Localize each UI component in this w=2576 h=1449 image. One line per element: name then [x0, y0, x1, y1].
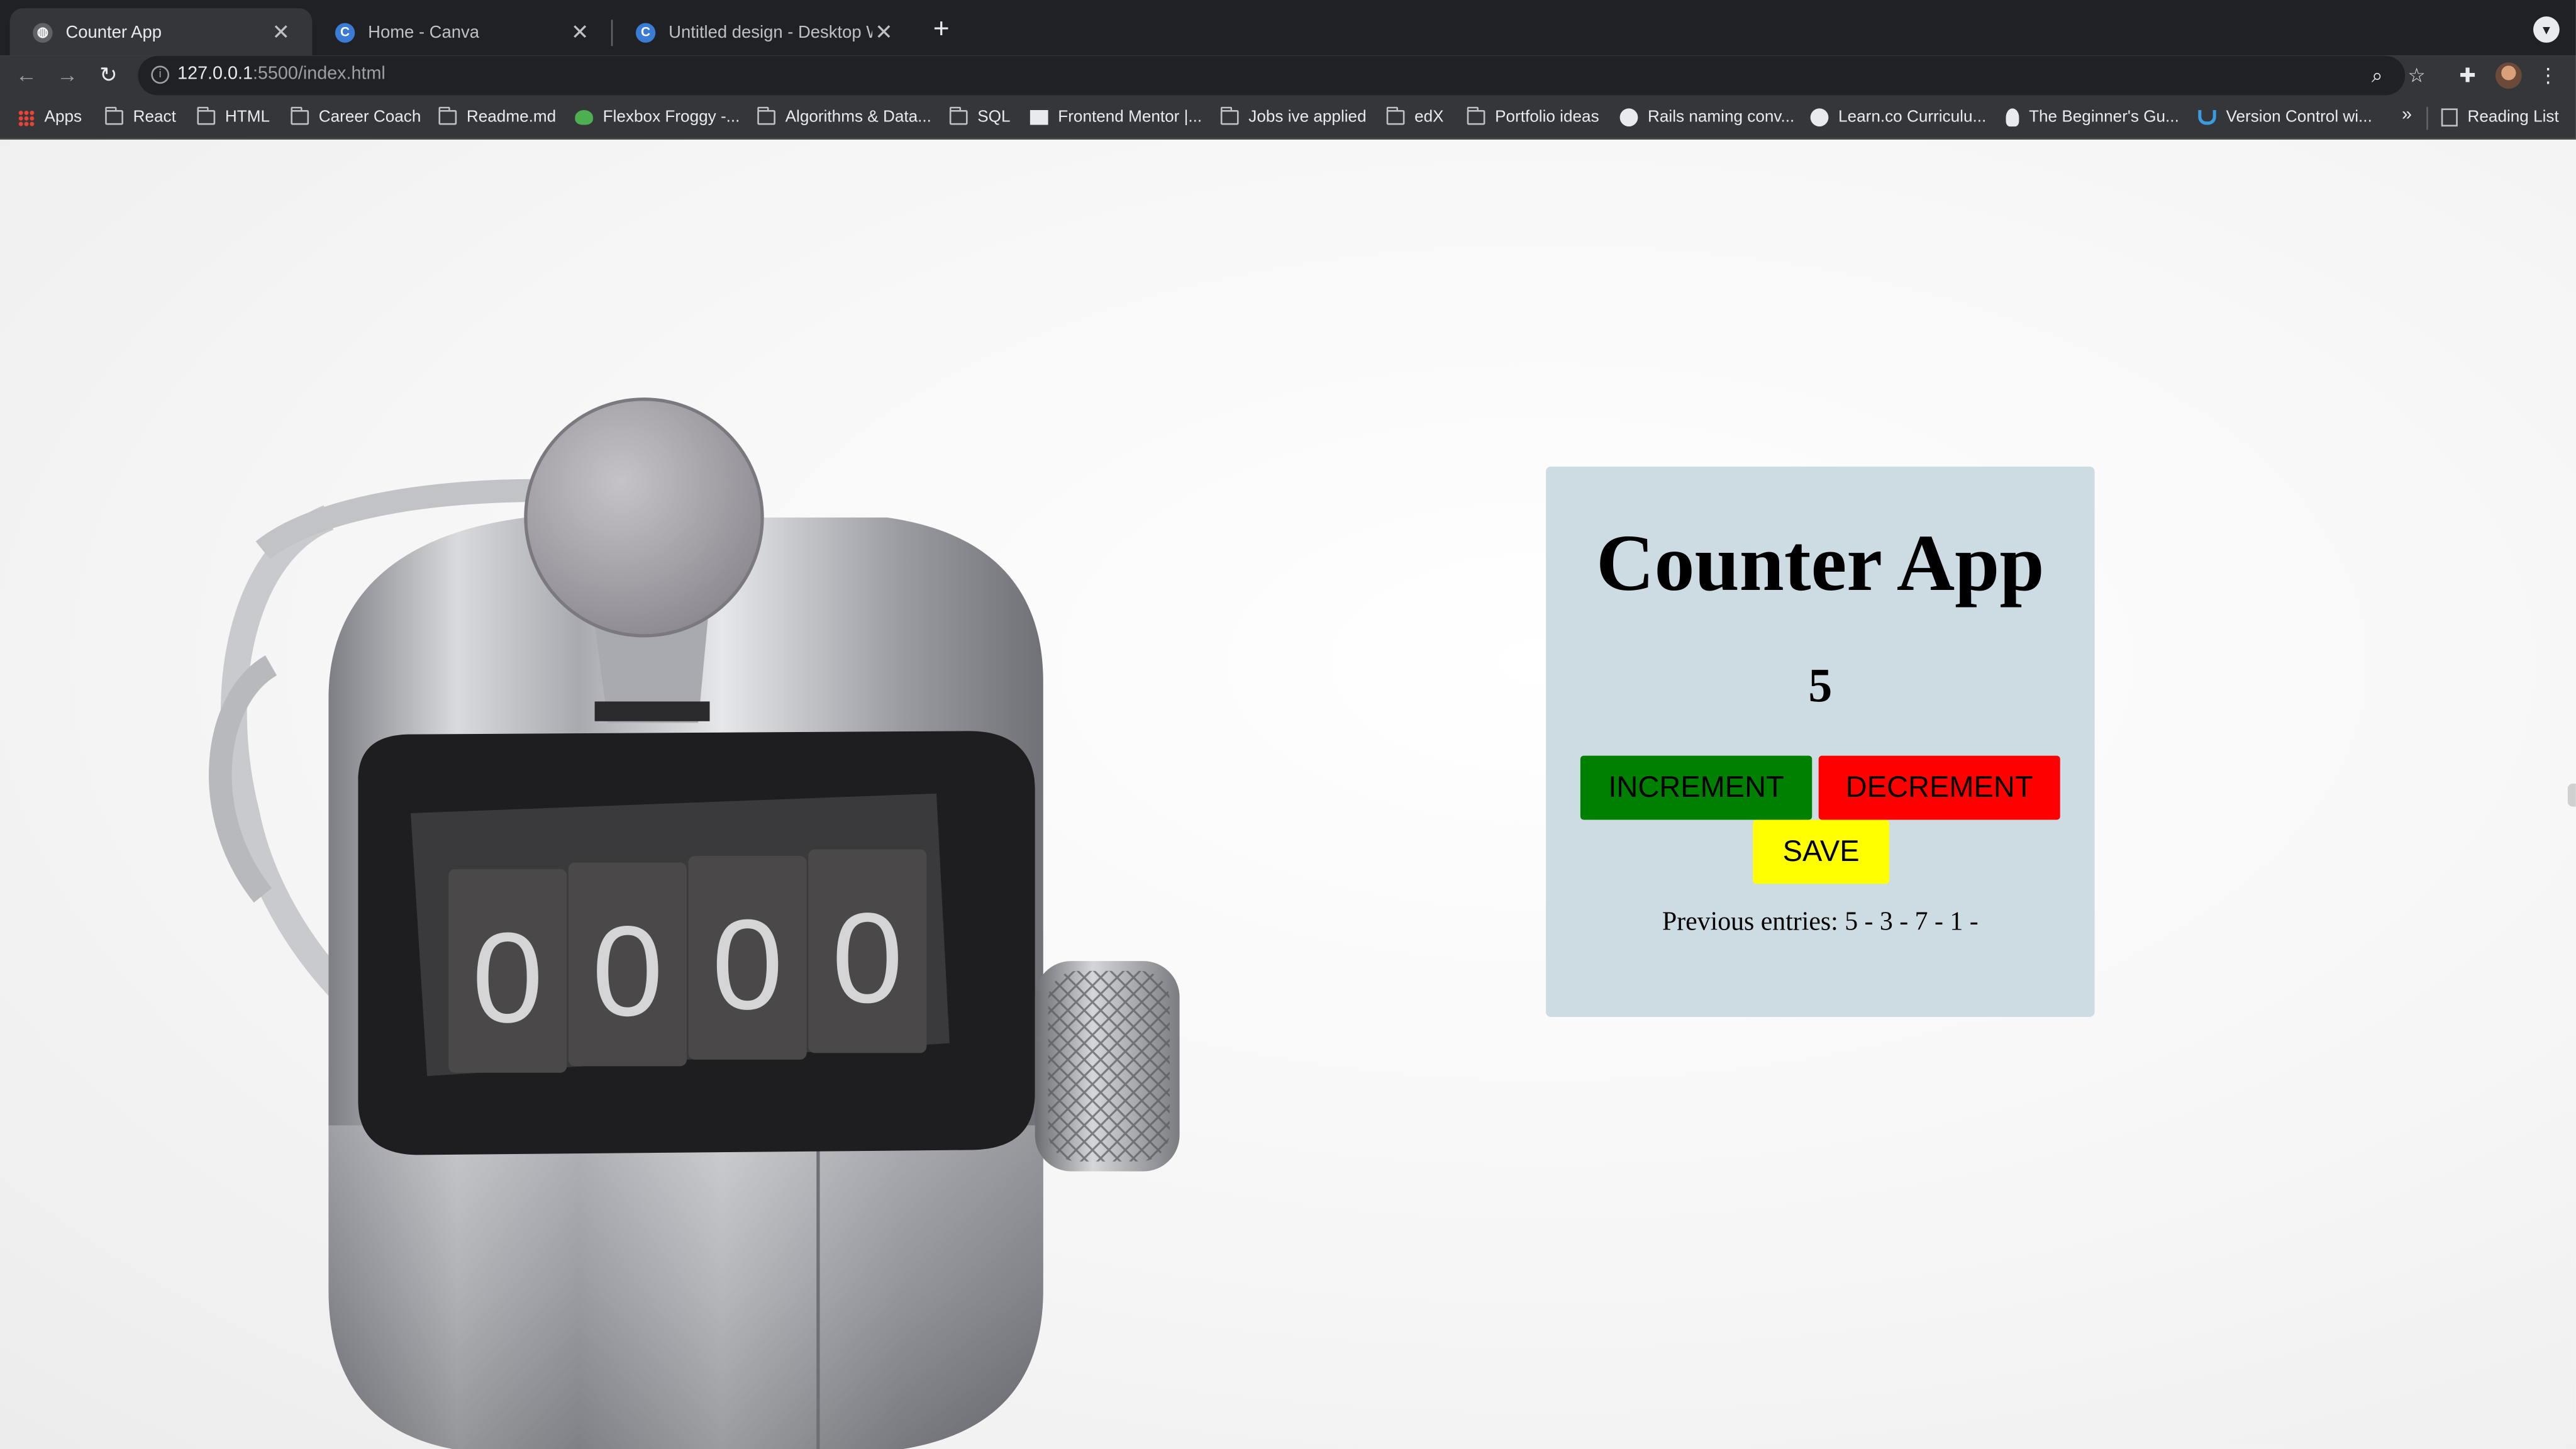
tab-title: Home - Canva — [368, 22, 479, 42]
bookmark-rails-naming[interactable]: Rails naming conv... — [1619, 105, 1794, 130]
reading-list-button[interactable]: Reading List — [2441, 105, 2559, 130]
counter-digit: 0 — [832, 887, 903, 1030]
bookmark-html[interactable]: HTML — [197, 105, 270, 130]
bookmark-beginners-guide[interactable]: The Beginner's Gu... — [2006, 105, 2179, 130]
github-icon — [1619, 108, 1638, 127]
side-panel-handle[interactable] — [2567, 784, 2576, 807]
bookmark-version-control[interactable]: Version Control wi... — [2198, 105, 2372, 130]
more-bookmarks-icon[interactable]: » — [2402, 105, 2412, 125]
extensions-puzzle-icon[interactable]: ✚ — [2453, 61, 2482, 91]
frontend-mentor-icon — [1030, 110, 1048, 125]
url-text[interactable]: 127.0.0.1:5500/index.html — [177, 64, 386, 84]
save-button[interactable]: SAVE — [1753, 819, 1890, 884]
reload-icon[interactable]: ↻ — [94, 61, 123, 91]
previous-entries: Previous entries: 5 - 3 - 7 - 1 - — [1662, 908, 1979, 936]
screen: ◍ Counter App ✕ C Home - Canva ✕ C Untit… — [0, 0, 2576, 1449]
tab-home-canva[interactable]: C Home - Canva ✕ — [312, 8, 611, 56]
bookmark-algorithms[interactable]: Algorithms & Data... — [757, 105, 931, 130]
tab-title: Counter App — [65, 22, 162, 42]
bookmark-learn-co[interactable]: Learn.co Curriculu... — [1810, 105, 1986, 130]
increment-button[interactable]: INCREMENT — [1580, 755, 1813, 820]
profile-avatar[interactable] — [2495, 62, 2522, 89]
folder-icon — [291, 106, 309, 125]
bookmark-career-coach[interactable]: Career Coach — [291, 105, 421, 130]
page-viewport: 0 0 0 0 Counter App 5 INCREMENT DECREMEN… — [0, 140, 2576, 1449]
counter-digit: 0 — [592, 900, 663, 1043]
info-icon[interactable]: i — [151, 65, 170, 84]
github-icon — [1810, 108, 1829, 127]
folder-icon — [438, 106, 457, 125]
app-title: Counter App — [1596, 517, 2045, 608]
tab-strip: ◍ Counter App ✕ C Home - Canva ✕ C Untit… — [0, 0, 2576, 56]
address-bar[interactable]: i 127.0.0.1:5500/index.html ⌕ — [138, 55, 2406, 96]
bookmark-flexbox-froggy[interactable]: Flexbox Froggy -... — [575, 105, 740, 130]
folder-icon — [1386, 106, 1405, 125]
back-arrow-icon[interactable]: ← — [11, 61, 41, 91]
canva-icon: C — [635, 22, 656, 42]
folder-icon — [949, 106, 968, 125]
tab-counter-app[interactable]: ◍ Counter App ✕ — [9, 8, 313, 56]
folder-icon — [197, 106, 216, 125]
close-icon[interactable]: ✕ — [569, 19, 592, 45]
bookmark-readme[interactable]: Readme.md — [438, 105, 556, 130]
tab-untitled-design[interactable]: C Untitled design - Desktop Wall ✕ — [613, 8, 915, 56]
tally-counter-image: 0 0 0 0 — [209, 397, 1180, 1449]
counter-card: Counter App 5 INCREMENT DECREMENT SAVE P… — [1546, 466, 2095, 1017]
close-icon[interactable]: ✕ — [269, 19, 292, 45]
bookmark-edx[interactable]: edX — [1386, 105, 1444, 130]
folder-icon — [1220, 106, 1239, 125]
close-icon[interactable]: ✕ — [872, 19, 896, 45]
folder-icon — [105, 106, 123, 125]
forward-arrow-icon[interactable]: → — [53, 61, 82, 91]
folder-icon — [1467, 106, 1485, 125]
bookmark-sql[interactable]: SQL — [949, 105, 1011, 130]
new-tab-icon[interactable]: + — [926, 14, 956, 45]
bookmark-apps[interactable]: Apps — [18, 105, 82, 130]
zoom-icon[interactable]: ⌕ — [2362, 61, 2392, 91]
bookmarks-bar: Apps React HTML Career Coach Readme.md F… — [0, 95, 2576, 140]
reading-list-icon — [2441, 108, 2458, 127]
globe-icon: ◍ — [33, 22, 53, 42]
udacity-icon — [2198, 110, 2216, 125]
count-display: 5 — [1808, 660, 1833, 713]
bookmark-star-icon[interactable]: ☆ — [2402, 61, 2431, 91]
bookmark-frontend-mentor[interactable]: Frontend Mentor |... — [1030, 105, 1202, 130]
bookmark-portfolio-ideas[interactable]: Portfolio ideas — [1467, 105, 1599, 130]
bookmark-react[interactable]: React — [105, 105, 176, 130]
tab-search-icon[interactable]: ▾ — [2533, 16, 2560, 43]
browser-toolbar: ← → ↻ i 127.0.0.1:5500/index.html ⌕ ☆ ✚ … — [0, 55, 2576, 96]
counter-digit: 0 — [472, 907, 543, 1050]
apps-grid-icon — [18, 109, 35, 126]
canva-icon: C — [335, 22, 355, 42]
ghost-icon — [2006, 108, 2019, 127]
folder-icon — [757, 106, 775, 125]
decrement-button[interactable]: DECREMENT — [1818, 755, 2060, 820]
counter-digit: 0 — [712, 894, 783, 1036]
menu-kebab-icon[interactable]: ⋮ — [2533, 61, 2563, 91]
bookmark-divider — [2426, 106, 2428, 130]
frog-icon — [575, 110, 594, 125]
bookmark-jobs-applied[interactable]: Jobs ive applied — [1220, 105, 1367, 130]
tab-title: Untitled design - Desktop Wall — [669, 22, 872, 42]
